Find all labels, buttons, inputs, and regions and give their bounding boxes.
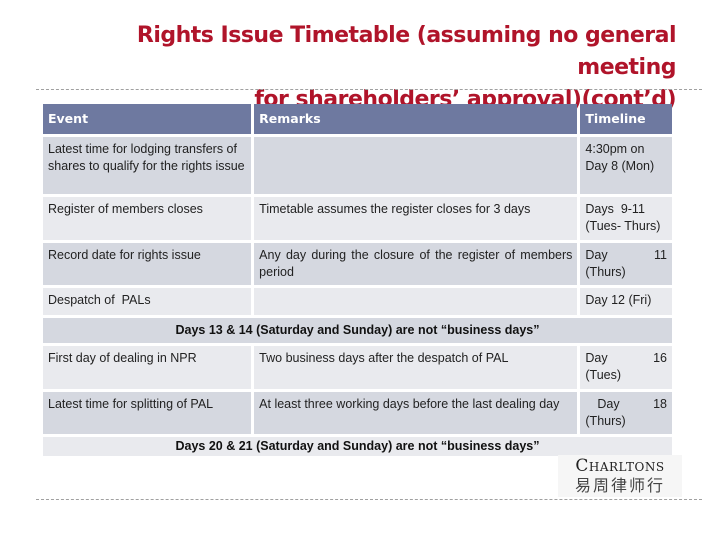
timeline-line: (Tues) xyxy=(585,368,622,382)
event-cell: Latest time for lodging transfers of sha… xyxy=(43,137,252,197)
timeline-cell: 4:30pm on Day 8 (Mon) xyxy=(580,137,672,197)
timeline-day-number: 16 xyxy=(653,351,667,365)
remarks-cell xyxy=(254,288,578,318)
charltons-logo: Charltons 易周律师行 xyxy=(558,455,682,497)
event-cell: Despatch of PALs xyxy=(43,288,252,318)
header-event: Event xyxy=(43,104,252,137)
timeline-line: Day 18 xyxy=(585,396,667,413)
event-cell: First day of dealing in NPR xyxy=(43,346,252,392)
timeline-line: (Tues- Thurs) xyxy=(585,219,661,233)
timeline-day-label: Day xyxy=(585,248,608,262)
timeline-cell: Day 16 (Tues) xyxy=(580,346,672,392)
logo-english: Charltons xyxy=(575,456,665,476)
table-header-row: Event Remarks Timeline xyxy=(43,104,672,137)
timeline-cell: Day 11 (Thurs) xyxy=(580,243,672,288)
header-timeline: Timeline xyxy=(580,104,672,137)
top-divider xyxy=(36,89,702,90)
timeline-cell: Days 9-11 (Tues- Thurs) xyxy=(580,197,672,243)
timeline-line: Days 9-11 xyxy=(585,202,645,216)
timeline-line: (Thurs) xyxy=(585,414,626,428)
event-cell: Register of members closes xyxy=(43,197,252,243)
notice-row: Days 13 & 14 (Saturday and Sunday) are n… xyxy=(43,318,672,346)
timeline-cell: Day 12 (Fri) xyxy=(580,288,672,318)
timeline-line: 4:30pm on xyxy=(585,142,645,156)
remarks-cell: At least three working days before the l… xyxy=(254,392,578,437)
header-remarks: Remarks xyxy=(254,104,578,137)
slide-title: Rights Issue Timetable (assuming no gene… xyxy=(36,20,677,116)
timeline-line: Day 11 xyxy=(585,247,667,264)
timeline-line: (Thurs) xyxy=(585,265,626,279)
table-row: Register of members closes Timetable ass… xyxy=(43,197,672,243)
table-row: Latest time for splitting of PAL At leas… xyxy=(43,392,672,437)
remarks-cell: Timetable assumes the register closes fo… xyxy=(254,197,578,243)
bottom-divider xyxy=(36,499,702,500)
table-row: Record date for rights issue Any day dur… xyxy=(43,243,672,288)
event-cell: Latest time for splitting of PAL xyxy=(43,392,252,437)
table-row: First day of dealing in NPR Two business… xyxy=(43,346,672,392)
remarks-cell: Any day during the closure of the regist… xyxy=(254,243,578,288)
slide-title-line-1: Rights Issue Timetable (assuming no gene… xyxy=(136,23,677,80)
table-row: Despatch of PALs Day 12 (Fri) xyxy=(43,288,672,318)
timeline-day-label: Day xyxy=(585,351,608,365)
logo-chinese: 易周律师行 xyxy=(574,478,665,495)
table-row: Latest time for lodging transfers of sha… xyxy=(43,137,672,197)
event-cell: Record date for rights issue xyxy=(43,243,252,288)
timeline-line: Day 8 (Mon) xyxy=(585,159,655,173)
timeline-day-number: 11 xyxy=(654,248,667,262)
timeline-day-label: Day xyxy=(597,397,620,411)
timetable: Event Remarks Timeline Latest time for l… xyxy=(40,104,675,459)
remarks-cell xyxy=(254,137,578,197)
timeline-cell: Day 18 (Thurs) xyxy=(580,392,672,437)
business-days-notice: Days 13 & 14 (Saturday and Sunday) are n… xyxy=(43,318,672,346)
timeline-day-number: 18 xyxy=(653,397,667,411)
timeline-line: Day 16 xyxy=(585,350,667,367)
remarks-cell: Two business days after the despatch of … xyxy=(254,346,578,392)
